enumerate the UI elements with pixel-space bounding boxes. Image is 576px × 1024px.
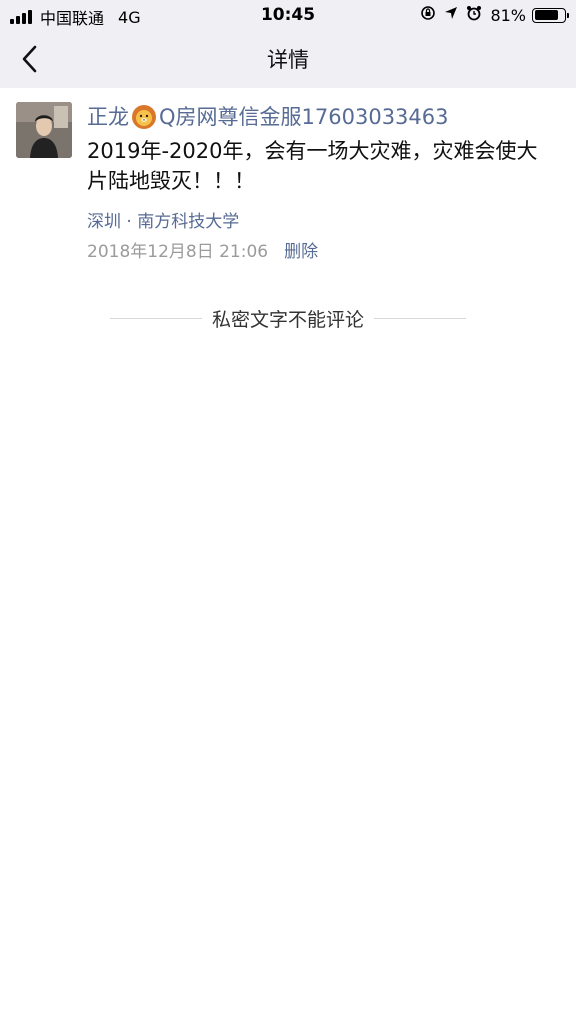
divider-left (110, 317, 202, 319)
post-timestamp: 2018年12月8日 21:06 (87, 242, 269, 262)
lion-emoji-icon (131, 104, 157, 130)
rotation-lock-icon (420, 5, 436, 25)
delete-button[interactable]: 删除 (284, 240, 318, 264)
divider-right (374, 317, 467, 319)
battery-icon (532, 7, 569, 23)
author-name-prefix: 正龙 (87, 105, 129, 129)
post-body: 正龙 Q房网尊信金服17603033463 2019年-2020年，会有一场大灾… (87, 102, 557, 264)
post-text: 2019年-2020年，会有一场大灾难，灾难会使大片陆地毁灭！！！ (87, 139, 538, 193)
user-photo (16, 102, 72, 158)
status-right: 81% (420, 5, 569, 25)
location-arrow-icon (444, 6, 458, 24)
private-comment-notice: 私密文字不能评论 (110, 303, 467, 333)
navigation-bar: 详情 (0, 30, 576, 88)
author-name[interactable]: 正龙 Q房网尊信金服17603033463 (87, 102, 557, 132)
location-link[interactable]: 深圳 · 南方科技大学 (87, 210, 557, 234)
avatar[interactable] (16, 102, 72, 158)
battery-fill (534, 10, 558, 20)
status-bar: 中国联通 4G 10:45 81% (0, 0, 576, 30)
alarm-icon (466, 5, 482, 25)
post-meta: 2018年12月8日 21:06 删除 (87, 240, 557, 264)
private-notice-text: 私密文字不能评论 (212, 308, 365, 331)
battery-percentage: 81% (490, 5, 526, 25)
author-name-suffix: Q房网尊信金服17603033463 (159, 105, 449, 129)
page-title: 详情 (267, 48, 309, 72)
